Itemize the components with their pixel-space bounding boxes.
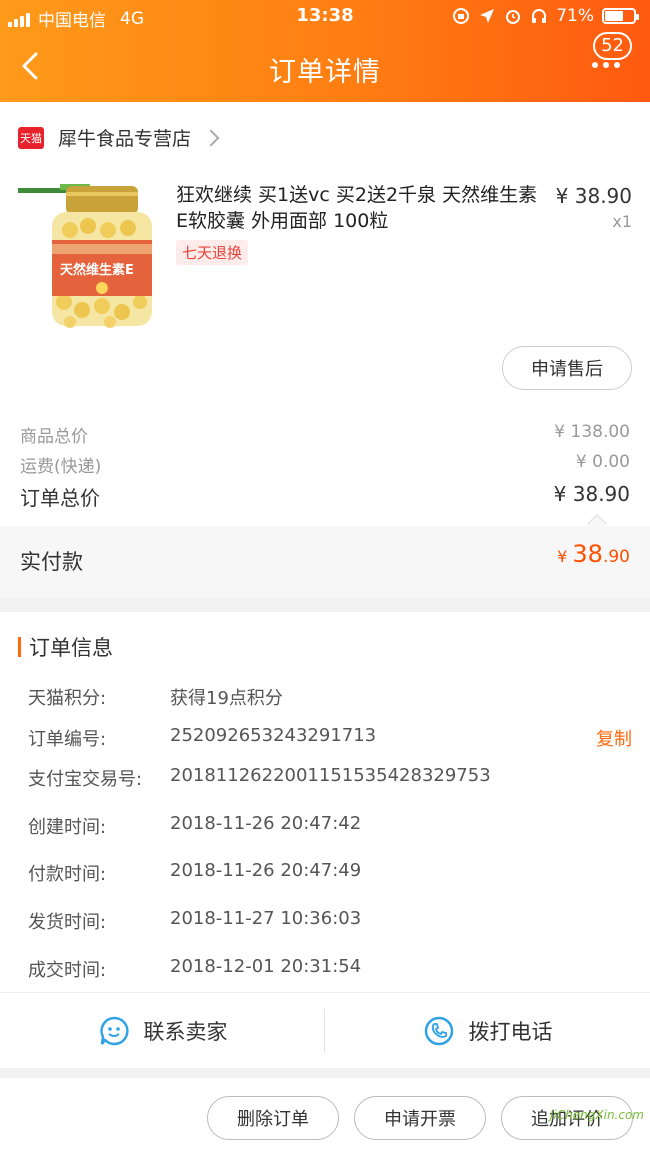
info-key: 付款时间: — [28, 864, 107, 885]
chat-face-icon — [99, 1016, 129, 1046]
message-badge: 52 — [593, 32, 632, 60]
contact-bar: 联系卖家 拨打电话 — [0, 992, 650, 1068]
phone-icon — [424, 1016, 453, 1046]
paid-amount-row: 实付款 ¥ 38.90 — [0, 514, 650, 598]
info-key: 发货时间: — [28, 912, 107, 933]
contact-seller-button[interactable]: 联系卖家 — [0, 993, 325, 1069]
info-row-alipay-number: 支付宝交易号: 2018112622001151535428329753 — [28, 765, 632, 791]
order-total-row: 订单总价 ¥ 38.90 — [20, 482, 630, 511]
lock-rotation-icon — [452, 7, 470, 25]
battery-fill — [605, 11, 624, 21]
info-value: 2018-11-26 20:47:42 — [170, 813, 362, 834]
location-icon — [478, 7, 496, 25]
nav-bar: 订单详情 52 — [0, 32, 650, 102]
info-row-created: 创建时间: 2018-11-26 20:47:42 — [28, 813, 632, 839]
more-icon — [592, 62, 620, 68]
caret-up-icon — [587, 514, 607, 534]
info-row-shipped: 发货时间: 2018-11-27 10:36:03 — [28, 908, 632, 934]
paid-integer: 38 — [572, 540, 603, 568]
info-value: 2018-11-26 20:47:49 — [170, 860, 362, 881]
tmall-logo-icon: 天猫 — [18, 126, 44, 149]
paid-amount: ¥ 38.90 — [557, 540, 630, 568]
product-image[interactable]: 天然维生素E — [18, 182, 152, 328]
section-accent-bar — [18, 637, 21, 657]
alarm-icon — [504, 7, 522, 25]
battery-percent: 71% — [556, 6, 594, 26]
info-key: 创建时间: — [28, 817, 107, 838]
order-info-card: 订单信息 天猫积分: 获得19点积分 订单编号: 252092653243291… — [0, 612, 650, 992]
status-bar: 中国电信 4G 13:38 71% — [0, 0, 650, 34]
bottle-label-text: 天然维生素E — [60, 262, 134, 278]
info-key: 支付宝交易号: — [28, 769, 143, 790]
product-quantity: x1 — [612, 212, 632, 231]
order-goods-card: 天猫 犀牛食品专营店 天然维生素E 狂欢继续 买1送vc 买2送2千泉 天然维生… — [0, 102, 650, 598]
product-price: ¥ 38.90 — [555, 184, 632, 208]
store-name: 犀牛食品专营店 — [58, 128, 192, 150]
return-policy-badge: 七天退换 — [176, 240, 249, 265]
paid-label: 实付款 — [20, 550, 83, 574]
order-info-header: 订单信息 — [18, 632, 113, 662]
shipping-row: 运费(快递) ¥ 0.00 — [20, 452, 630, 477]
info-value: 获得19点积分 — [170, 688, 283, 709]
goods-total-value: ¥ 138.00 — [554, 422, 630, 442]
goods-total-label: 商品总价 — [20, 427, 88, 447]
info-row-points: 天猫积分: 获得19点积分 — [28, 684, 632, 710]
after-sale-button[interactable]: 申请售后 — [502, 346, 632, 390]
info-value: 252092653243291713 — [170, 725, 377, 746]
order-total-value: ¥ 38.90 — [553, 482, 630, 506]
paid-currency: ¥ — [557, 547, 568, 566]
chevron-right-icon — [202, 129, 220, 146]
store-link[interactable]: 天猫 犀牛食品专营店 — [18, 124, 220, 151]
call-phone-label: 拨打电话 — [468, 1020, 553, 1044]
copy-order-number-button[interactable]: 复制 — [596, 725, 632, 751]
bottom-action-bar: 删除订单 申请开票 追加评价 JiChengXin.com — [0, 1078, 650, 1155]
shipping-value: ¥ 0.00 — [575, 452, 630, 472]
watermark: JiChengXin.com — [549, 1108, 644, 1122]
contact-seller-label: 联系卖家 — [143, 1020, 228, 1044]
battery-icon — [602, 8, 639, 24]
info-value: 2018-12-01 20:31:54 — [170, 956, 362, 977]
info-row-completed: 成交时间: 2018-12-01 20:31:54 — [28, 956, 632, 982]
order-info-title: 订单信息 — [29, 636, 113, 660]
info-value: 2018112622001151535428329753 — [170, 765, 491, 786]
info-row-order-number: 订单编号: 252092653243291713 复制 — [28, 725, 632, 751]
info-value: 2018-11-27 10:36:03 — [170, 908, 362, 929]
shipping-label: 运费(快递) — [20, 457, 102, 477]
goods-total-row: 商品总价 ¥ 138.00 — [20, 422, 630, 447]
info-key: 订单编号: — [28, 729, 107, 750]
product-title[interactable]: 狂欢继续 买1送vc 买2送2千泉 天然维生素E软胶囊 外用面部 100粒 — [176, 182, 546, 234]
headphones-icon — [530, 7, 548, 25]
info-key: 天猫积分: — [28, 688, 107, 709]
order-total-label: 订单总价 — [20, 486, 100, 510]
status-right: 71% — [452, 6, 639, 26]
info-row-paid: 付款时间: 2018-11-26 20:47:49 — [28, 860, 632, 886]
more-button[interactable]: 52 — [592, 32, 632, 74]
page-title: 订单详情 — [269, 57, 381, 88]
request-invoice-button[interactable]: 申请开票 — [354, 1096, 486, 1140]
call-phone-button[interactable]: 拨打电话 — [325, 993, 650, 1069]
info-key: 成交时间: — [28, 960, 107, 981]
paid-decimal: .90 — [602, 547, 630, 567]
app-header: 中国电信 4G 13:38 71% 订单详情 52 — [0, 0, 650, 102]
delete-order-button[interactable]: 删除订单 — [207, 1096, 339, 1140]
